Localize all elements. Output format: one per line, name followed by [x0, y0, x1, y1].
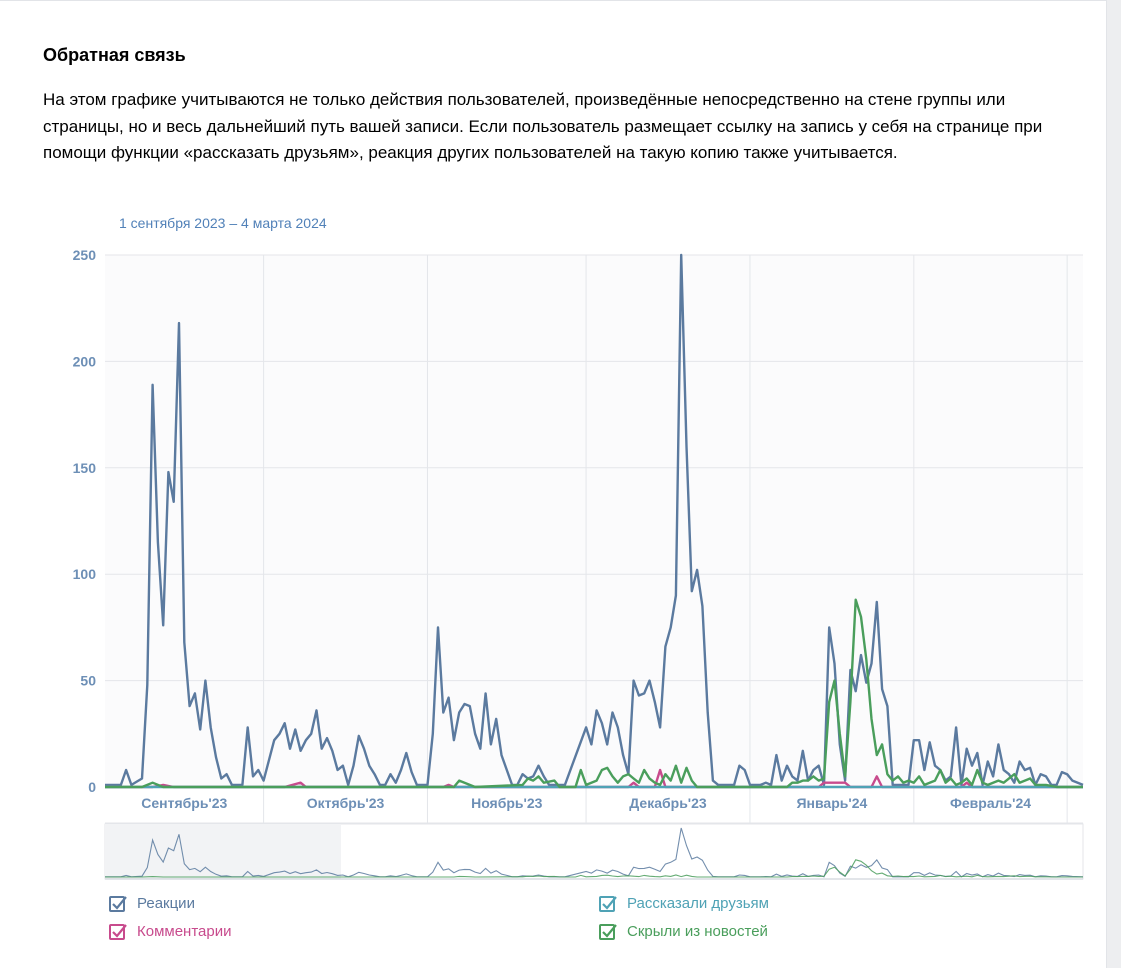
feedback-card: Обратная связь На этом графике учитывают… — [0, 0, 1107, 968]
feedback-line-chart: 0 50 100 150 200 250 Сентябрь'23 Октябрь'23 Нояб… — [73, 247, 1084, 880]
legend-item-comments[interactable]: Комментарии — [109, 923, 231, 940]
legend-label: Рассказали друзьям — [627, 895, 769, 912]
legend-label: Комментарии — [137, 923, 232, 940]
checkbox-checked-icon — [109, 895, 127, 912]
x-tick-label: Декабрь'23 — [629, 795, 707, 811]
legend-item-hidden[interactable]: Скрыли из новостей — [599, 923, 768, 940]
legend-label: Реакции — [137, 895, 195, 912]
x-tick-label: Ноябрь'23 — [471, 795, 543, 811]
legend-item-shared[interactable]: Рассказали друзьям — [599, 895, 769, 912]
y-tick-label: 150 — [73, 460, 97, 476]
checkbox-checked-icon — [109, 923, 127, 940]
y-tick-label: 200 — [73, 353, 97, 369]
x-tick-label: Октябрь'23 — [307, 795, 385, 811]
x-tick-label: Февраль'24 — [950, 795, 1031, 811]
x-tick-label: Сентябрь'23 — [141, 795, 227, 811]
navigator-selection — [105, 824, 341, 879]
checkbox-checked-icon — [599, 923, 617, 940]
y-tick-label: 250 — [73, 247, 97, 263]
y-tick-label: 50 — [80, 673, 96, 689]
legend-item-reactions[interactable]: Реакции — [109, 895, 195, 912]
y-tick-label: 100 — [73, 566, 97, 582]
checkbox-checked-icon — [599, 895, 617, 912]
plot-area — [105, 255, 1083, 787]
x-tick-label: Январь'24 — [796, 795, 867, 811]
y-tick-label: 0 — [88, 779, 96, 795]
legend-label: Скрыли из новостей — [627, 923, 768, 940]
